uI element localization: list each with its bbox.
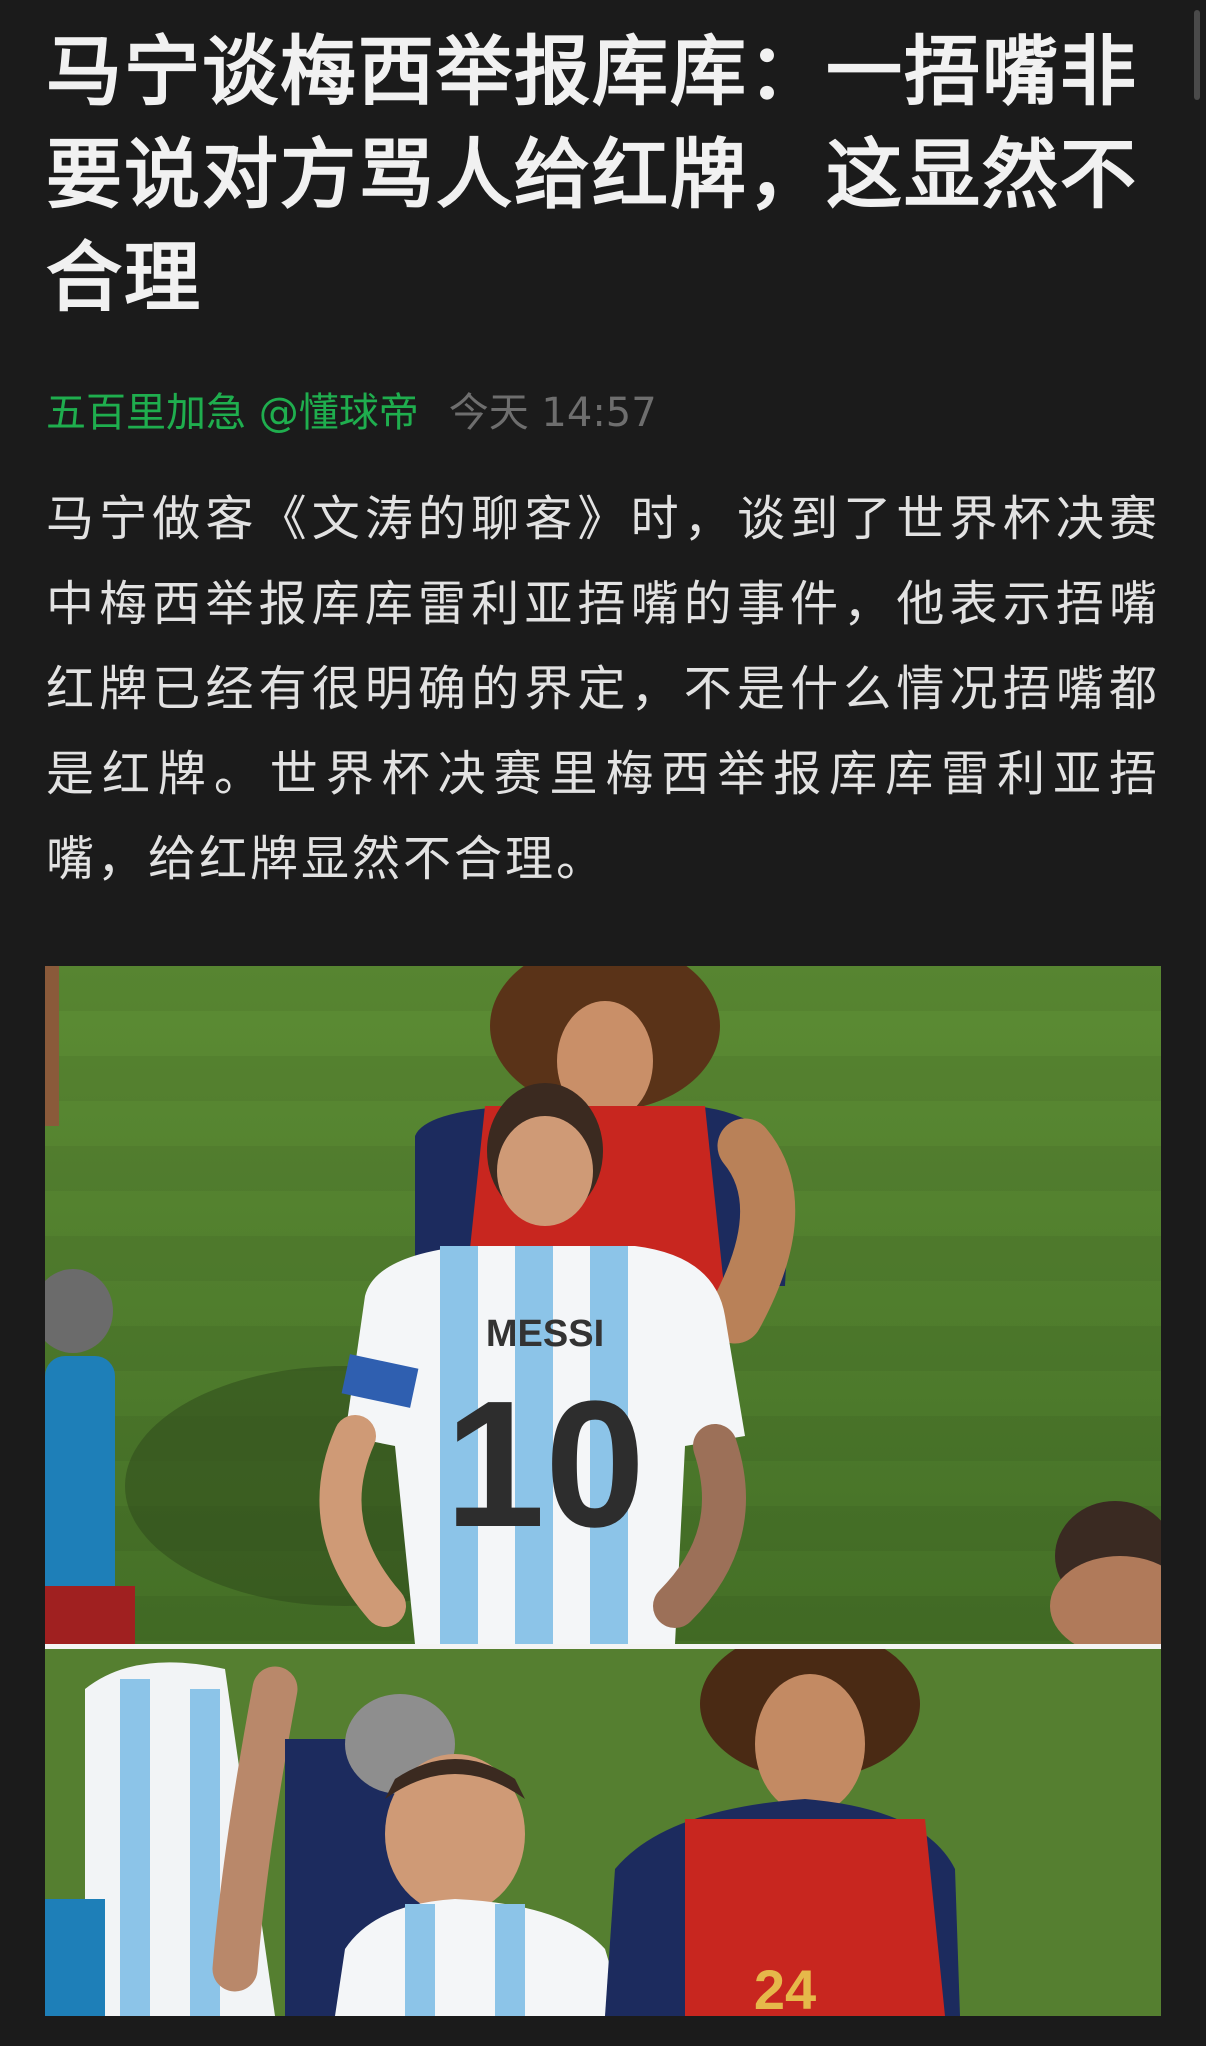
article-title: 马宁谈梅西举报库库：一捂嘴非要说对方骂人给红牌，这显然不合理 (46, 27, 1138, 322)
jersey-number-text: 10 (445, 1364, 645, 1565)
author-link[interactable]: 五百里加急 @懂球帝 (46, 380, 419, 438)
article-image[interactable]: MESSI 10 24 (45, 966, 1161, 2016)
scrollbar[interactable] (1194, 10, 1200, 100)
photo-messi-reaction: 24 (45, 1649, 1161, 2016)
publish-time: 今天 14:57 (448, 390, 657, 436)
photo-messi-cucurella: MESSI 10 (45, 966, 1161, 1644)
article-container: 马宁谈梅西举报库库：一捂嘴非要说对方骂人给红牌，这显然不合理 五百里加急 @懂球… (46, 20, 1160, 902)
article-body: 马宁做客《文涛的聊客》时，谈到了世界杯决赛中梅西举报库库雷利亚捂嘴的事件，他表示… (46, 491, 1160, 887)
jersey-name-text: MESSI (486, 1313, 604, 1355)
article-meta: 五百里加急 @懂球帝 今天 14:57 (46, 379, 1160, 439)
jersey-number-24-text: 24 (754, 1958, 816, 2016)
